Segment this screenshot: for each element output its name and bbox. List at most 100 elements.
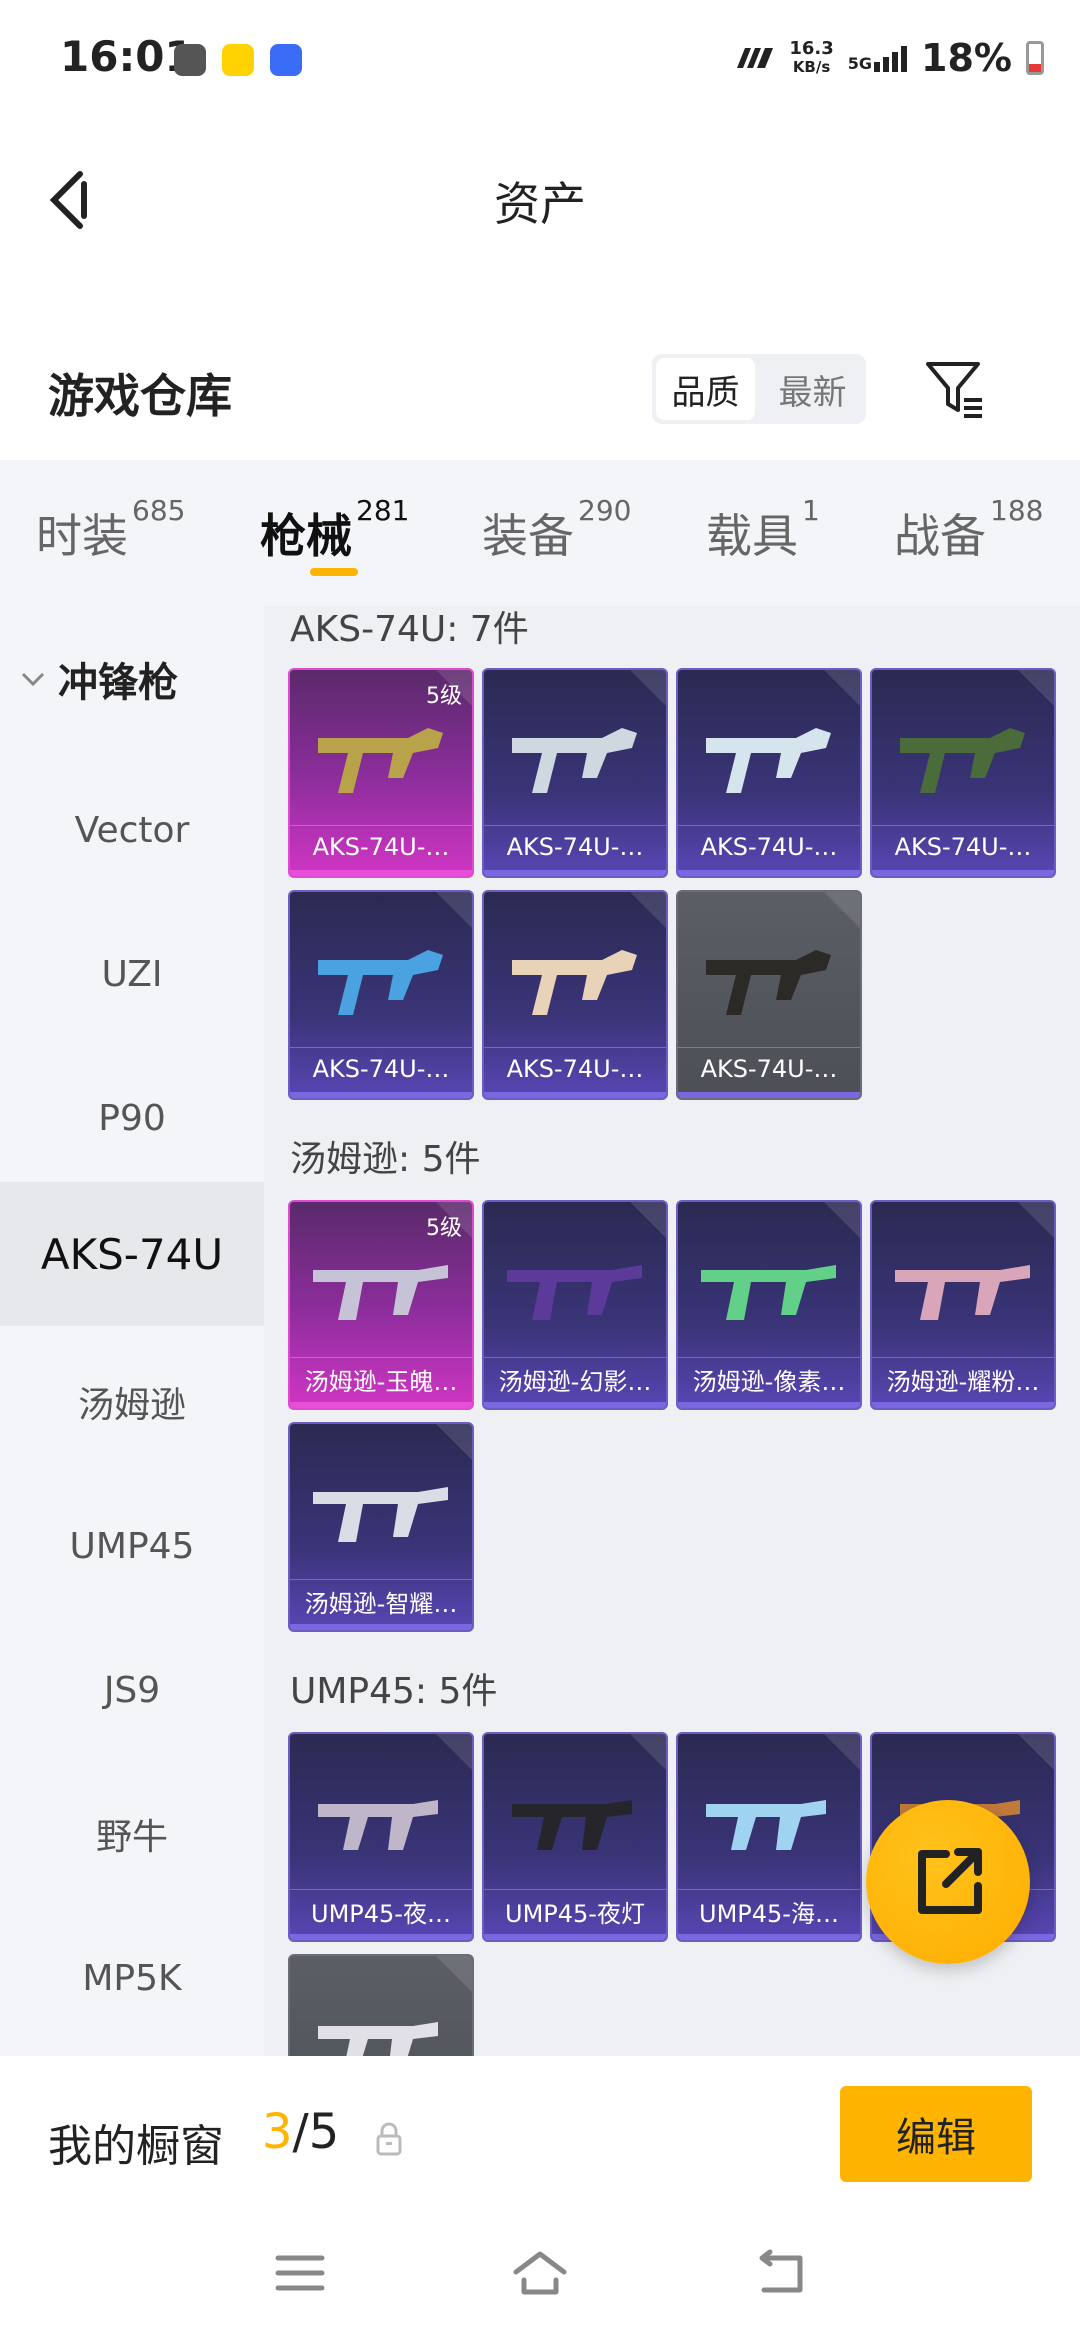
share-icon xyxy=(918,1848,982,1914)
skin-name: AKS-74U-… xyxy=(678,825,860,868)
skin-name: AKS-74U-… xyxy=(484,825,666,868)
skin-card[interactable]: AKS-74U-… xyxy=(676,668,862,878)
signal: 5G xyxy=(847,44,908,73)
skin-name: UMP45-海… xyxy=(678,1889,860,1932)
home-button[interactable] xyxy=(510,2248,570,2298)
skin-card[interactable]: UMP45-海… xyxy=(676,1732,862,1942)
warehouse-title: 游戏仓库 xyxy=(48,369,232,423)
skin-card[interactable]: UMP45-夜… xyxy=(288,1732,474,1942)
skin-card[interactable]: AKS-74U-… xyxy=(676,890,862,1100)
sort-quality-option[interactable]: 品质 xyxy=(656,358,755,420)
skin-card[interactable]: AKS-74U-… xyxy=(482,890,668,1100)
rarity-bar xyxy=(484,870,666,876)
showcase-separator: / xyxy=(292,2104,309,2160)
filter-button[interactable] xyxy=(920,354,990,424)
showcase-label: 我的橱窗 xyxy=(48,2121,224,2172)
filter-icon xyxy=(926,362,982,418)
edit-button[interactable]: 编辑 xyxy=(840,2086,1032,2182)
section-title: 汤姆逊: 5件 xyxy=(290,1139,481,1180)
showcase-bar: 我的橱窗 3/5 编辑 xyxy=(0,2056,1080,2206)
skin-card[interactable]: UMP45-夜灯 xyxy=(482,1732,668,1942)
rarity-bar xyxy=(290,870,472,876)
tab-firearms[interactable]: 枪械 281 xyxy=(260,494,409,566)
skin-card[interactable]: AKS-74U-… xyxy=(288,890,474,1100)
tab-equipment[interactable]: 装备 290 xyxy=(482,494,631,566)
rarity-bar xyxy=(484,1402,666,1408)
gun-icon xyxy=(313,1487,448,1542)
tab-label: 战备 xyxy=(894,509,986,563)
skin-card[interactable]: AKS-74U-… xyxy=(482,668,668,878)
battery-icon xyxy=(1026,41,1044,75)
back-nav-button[interactable] xyxy=(750,2248,810,2298)
gun-icon xyxy=(318,950,443,1015)
sidebar-group-smg[interactable]: 冲锋枪 xyxy=(20,650,178,708)
rarity-bar xyxy=(678,870,860,876)
active-tab-indicator xyxy=(310,568,358,576)
skin-card[interactable]: 汤姆逊-耀粉… xyxy=(870,1200,1056,1410)
skin-card[interactable]: 5级 AKS-74U-… xyxy=(288,668,474,878)
tab-count: 685 xyxy=(132,494,186,527)
network-type: 5G xyxy=(847,54,873,73)
sidebar-item-vector[interactable]: Vector xyxy=(0,758,264,902)
gun-icon xyxy=(706,1800,826,1850)
rarity-bar xyxy=(678,1934,860,1940)
sidebar-item-js9[interactable]: JS9 xyxy=(0,1618,264,1762)
skin-card[interactable]: 5级 汤姆逊-玉魄… xyxy=(288,1200,474,1410)
sidebar-item-p90[interactable]: P90 xyxy=(0,1046,264,1190)
showcase-total: 5 xyxy=(308,2104,340,2160)
tab-label: 时装 xyxy=(36,509,128,563)
tab-count: 290 xyxy=(578,494,632,527)
sidebar-item-uzi[interactable]: UZI xyxy=(0,902,264,1046)
skin-card[interactable]: 汤姆逊-幻影… xyxy=(482,1200,668,1410)
gun-icon xyxy=(706,728,831,793)
category-tabs: 时装 685 枪械 281 装备 290 载具 1 战备 188 xyxy=(0,460,1080,606)
rarity-bar xyxy=(484,1934,666,1940)
skin-card[interactable]: AKS-74U-… xyxy=(870,668,1056,878)
gun-icon xyxy=(313,1265,448,1320)
skin-name: 汤姆逊-智耀… xyxy=(290,1579,472,1622)
status-bar: 16:01 16.3 KB/s 5G 18% xyxy=(0,0,1080,120)
tab-vehicles[interactable]: 载具 1 xyxy=(706,494,820,566)
sidebar-item-thompson[interactable]: 汤姆逊 xyxy=(0,1330,264,1474)
data-saver-icon xyxy=(737,48,774,68)
tab-count: 188 xyxy=(990,494,1044,527)
tab-supplies[interactable]: 战备 188 xyxy=(894,494,1043,566)
sidebar-item-aks74u[interactable]: AKS-74U xyxy=(0,1182,264,1326)
sidebar-item-mp5k[interactable]: MP5K xyxy=(0,1906,264,2050)
gun-icon xyxy=(900,728,1025,793)
sidebar-item-ump45[interactable]: UMP45 xyxy=(0,1474,264,1618)
rarity-bar xyxy=(872,1402,1054,1408)
skin-card[interactable] xyxy=(288,1954,474,2056)
tab-count: 1 xyxy=(802,494,820,527)
skin-name: 汤姆逊-幻影… xyxy=(484,1357,666,1400)
rarity-bar xyxy=(290,1934,472,1940)
showcase-count: 3/5 xyxy=(262,2104,339,2160)
warehouse-row: 游戏仓库 品质 最新 xyxy=(0,340,1080,460)
chevron-down-icon xyxy=(21,672,45,687)
skin-name: 汤姆逊-像素… xyxy=(678,1357,860,1400)
tab-fashion[interactable]: 时装 685 xyxy=(36,494,185,566)
skin-name: AKS-74U-… xyxy=(678,1047,860,1090)
rarity-bar xyxy=(290,1092,472,1098)
tab-count: 281 xyxy=(356,494,410,527)
menu-button[interactable] xyxy=(270,2248,330,2298)
notification-icon xyxy=(222,44,254,76)
skin-card[interactable]: 汤姆逊-智耀… xyxy=(288,1422,474,1632)
header: 资产 xyxy=(0,120,1080,280)
net-speed-unit: KB/s xyxy=(792,58,831,76)
skin-name: AKS-74U-… xyxy=(290,1047,472,1090)
skin-name: AKS-74U-… xyxy=(290,825,472,868)
level-badge: 5级 xyxy=(426,684,462,709)
gun-icon xyxy=(318,2022,438,2056)
net-speed: 16.3 KB/s xyxy=(789,40,833,77)
sidebar-item-bizon[interactable]: 野牛 xyxy=(0,1762,264,1906)
sort-newest-option[interactable]: 最新 xyxy=(763,358,862,420)
level-badge: 5级 xyxy=(426,1216,462,1241)
lock-icon xyxy=(376,2122,402,2156)
gun-icon xyxy=(706,950,831,1015)
home-icon xyxy=(513,2251,567,2295)
rarity-bar xyxy=(678,1402,860,1408)
share-fab[interactable] xyxy=(866,1800,1030,1964)
skin-card[interactable]: 汤姆逊-像素… xyxy=(676,1200,862,1410)
rarity-bar xyxy=(678,1092,860,1098)
